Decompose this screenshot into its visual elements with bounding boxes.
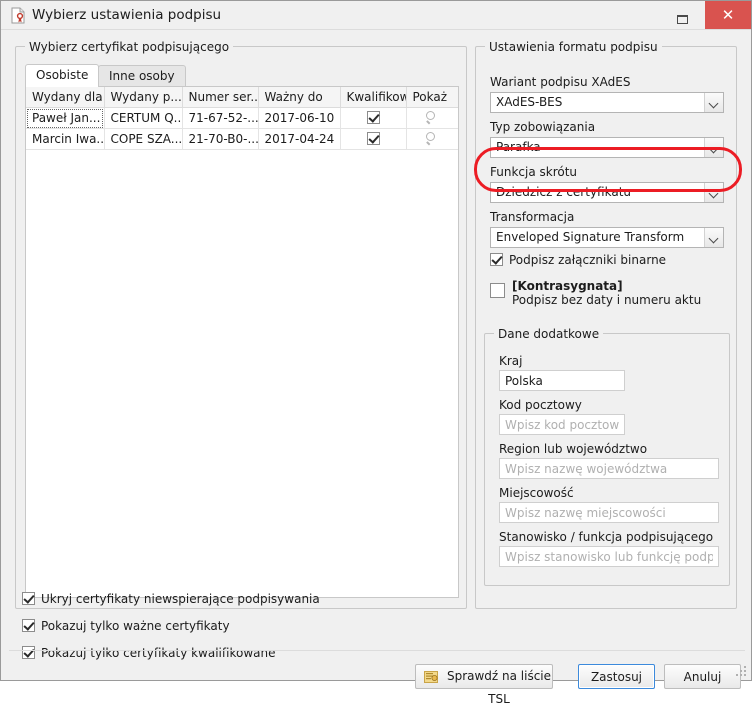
close-icon: ✕ bbox=[721, 6, 735, 24]
window-title: Wybierz ustawienia podpisu bbox=[32, 7, 222, 23]
tab-osobiste[interactable]: Osobiste bbox=[25, 64, 100, 87]
signature-format-title: Ustawienia formatu podpisu bbox=[485, 40, 662, 54]
apply-button[interactable]: Zastosuj bbox=[578, 664, 655, 689]
footer-divider bbox=[9, 650, 745, 651]
certificate-table-container[interactable]: Wydany dla Wydany p... Numer ser... Ważn… bbox=[25, 86, 459, 598]
check-tsl-list-label: Sprawdź na liście TSL bbox=[446, 669, 552, 706]
cell-wazny-do: 2017-04-24 bbox=[258, 128, 341, 150]
certificate-tabs: Osobiste Inne osoby bbox=[25, 64, 459, 87]
chevron-down-icon[interactable] bbox=[704, 138, 723, 157]
city-label: Miejscowość bbox=[499, 486, 574, 500]
column-header-pokaz[interactable]: Pokaż bbox=[406, 87, 458, 108]
xades-variant-value: XAdES-BES bbox=[496, 95, 563, 109]
qualified-checkbox bbox=[366, 132, 380, 145]
hide-unsupported-certificates-label: Ukryj certyfikaty niewspierające podpisy… bbox=[41, 592, 320, 606]
countersignature-subtitle: Podpisz bez daty i numeru aktu bbox=[512, 293, 702, 307]
cell-pokaz[interactable] bbox=[406, 107, 458, 129]
column-header-numer-seryjny[interactable]: Numer ser... bbox=[182, 87, 259, 108]
checkbox-icon bbox=[22, 646, 35, 659]
column-header-wydany-dla[interactable]: Wydany dla bbox=[26, 87, 105, 108]
sign-binary-attachments-checkbox[interactable]: Podpisz załączniki binarne bbox=[490, 253, 666, 267]
xades-variant-label: Wariant podpisu XAdES bbox=[490, 75, 631, 89]
certificate-table: Wydany dla Wydany p... Numer ser... Ważn… bbox=[26, 87, 458, 150]
country-label: Kraj bbox=[499, 354, 523, 368]
cell-numer-seryjny: 21-70-B0-... bbox=[182, 128, 259, 150]
country-field[interactable] bbox=[499, 370, 625, 391]
only-qualified-certificates-checkbox[interactable]: Pokazuj tylko certyfikaty kwalifikowane bbox=[22, 646, 275, 660]
cell-wydany-przez: COPE SZA... bbox=[104, 128, 183, 150]
cell-pokaz[interactable] bbox=[406, 128, 458, 150]
cell-wydany-dla[interactable]: Paweł Jan... bbox=[26, 107, 105, 129]
checkbox-icon bbox=[22, 592, 35, 605]
checkbox-icon bbox=[490, 283, 505, 298]
position-label: Stanowisko / funkcja podpisującego bbox=[499, 530, 714, 544]
city-field[interactable] bbox=[499, 502, 719, 523]
restore-button[interactable] bbox=[659, 1, 705, 29]
only-qualified-certificates-label: Pokazuj tylko certyfikaty kwalifikowane bbox=[41, 646, 276, 660]
transformation-select[interactable]: Enveloped Signature Transform bbox=[490, 227, 724, 248]
column-header-wydany-przez[interactable]: Wydany p... bbox=[104, 87, 183, 108]
xades-variant-select[interactable]: XAdES-BES bbox=[490, 92, 724, 113]
checkbox-icon bbox=[22, 619, 35, 632]
checkbox-icon bbox=[490, 253, 503, 266]
restore-icon bbox=[676, 15, 688, 24]
table-header-row: Wydany dla Wydany p... Numer ser... Ważn… bbox=[26, 87, 458, 108]
only-valid-certificates-checkbox[interactable]: Pokazuj tylko ważne certyfikaty bbox=[22, 619, 230, 633]
close-button[interactable]: ✕ bbox=[705, 1, 751, 29]
cell-wazny-do: 2017-06-10 bbox=[258, 107, 341, 129]
region-label: Region lub województwo bbox=[499, 442, 648, 456]
search-icon[interactable] bbox=[425, 132, 439, 146]
chevron-down-icon[interactable] bbox=[704, 228, 723, 247]
commitment-type-select[interactable]: Parafka bbox=[490, 137, 724, 158]
title-bar: Wybierz ustawienia podpisu ✕ bbox=[1, 1, 751, 30]
hide-unsupported-certificates-checkbox[interactable]: Ukryj certyfikaty niewspierające podpisy… bbox=[22, 592, 320, 606]
commitment-type-label: Typ zobowiązania bbox=[490, 120, 596, 134]
search-icon[interactable] bbox=[425, 111, 439, 125]
certificate-chooser-group: Wybierz certyfikat podpisującego Osobist… bbox=[15, 40, 467, 609]
postal-code-label: Kod pocztowy bbox=[499, 398, 582, 412]
position-field[interactable] bbox=[499, 546, 719, 567]
additional-data-group: Dane dodatkowe Kraj Kod pocztowy Region … bbox=[484, 327, 730, 586]
cell-wydany-dla[interactable]: Marcin Iwa... bbox=[26, 128, 105, 150]
signature-settings-dialog: Wybierz ustawienia podpisu ✕ Wybierz cer… bbox=[0, 0, 752, 706]
dialog-body: Wybierz certyfikat podpisującego Osobist… bbox=[1, 30, 751, 706]
chevron-down-icon[interactable] bbox=[704, 93, 723, 112]
countersignature-title: [Kontrasygnata] bbox=[512, 279, 623, 293]
signature-format-group: Ustawienia formatu podpisu Wariant podpi… bbox=[475, 40, 737, 609]
commitment-type-value: Parafka bbox=[496, 140, 541, 154]
table-row[interactable]: Paweł Jan... CERTUM Q... 71-67-52-... 20… bbox=[26, 107, 458, 129]
chevron-down-icon[interactable] bbox=[704, 183, 723, 202]
postal-code-field[interactable] bbox=[499, 414, 625, 435]
resize-grip[interactable] bbox=[736, 666, 747, 677]
sign-binary-attachments-label: Podpisz załączniki binarne bbox=[509, 253, 667, 267]
transformation-label: Transformacja bbox=[490, 210, 575, 224]
transformation-value: Enveloped Signature Transform bbox=[496, 230, 685, 244]
qualified-checkbox bbox=[366, 111, 380, 124]
cell-numer-seryjny: 71-67-52-... bbox=[182, 107, 259, 129]
cell-wydany-przez: CERTUM Q... bbox=[104, 107, 183, 129]
only-valid-certificates-label: Pokazuj tylko ważne certyfikaty bbox=[41, 619, 230, 633]
cell-kwalifikowany bbox=[340, 107, 407, 129]
column-header-kwalifikowany[interactable]: Kwalifikow... bbox=[340, 87, 407, 108]
column-header-wazny-do[interactable]: Ważny do bbox=[258, 87, 341, 108]
tab-inne-osoby[interactable]: Inne osoby bbox=[98, 65, 186, 86]
additional-data-title: Dane dodatkowe bbox=[494, 327, 604, 341]
check-tsl-list-button[interactable]: Sprawdź na liście TSL bbox=[415, 664, 553, 706]
certificate-chooser-title: Wybierz certyfikat podpisującego bbox=[25, 40, 234, 54]
certificate-list-icon bbox=[424, 670, 439, 684]
signed-document-icon bbox=[10, 7, 26, 24]
hash-function-label: Funkcja skrótu bbox=[490, 165, 578, 179]
hash-function-value: Dziedzicz z certyfikatu bbox=[496, 185, 632, 199]
region-field[interactable] bbox=[499, 458, 719, 479]
table-row[interactable]: Marcin Iwa... COPE SZA... 21-70-B0-... 2… bbox=[26, 128, 458, 150]
cancel-button[interactable]: Anuluj bbox=[664, 664, 741, 689]
hash-function-select[interactable]: Dziedzicz z certyfikatu bbox=[490, 182, 724, 203]
cell-kwalifikowany bbox=[340, 128, 407, 150]
